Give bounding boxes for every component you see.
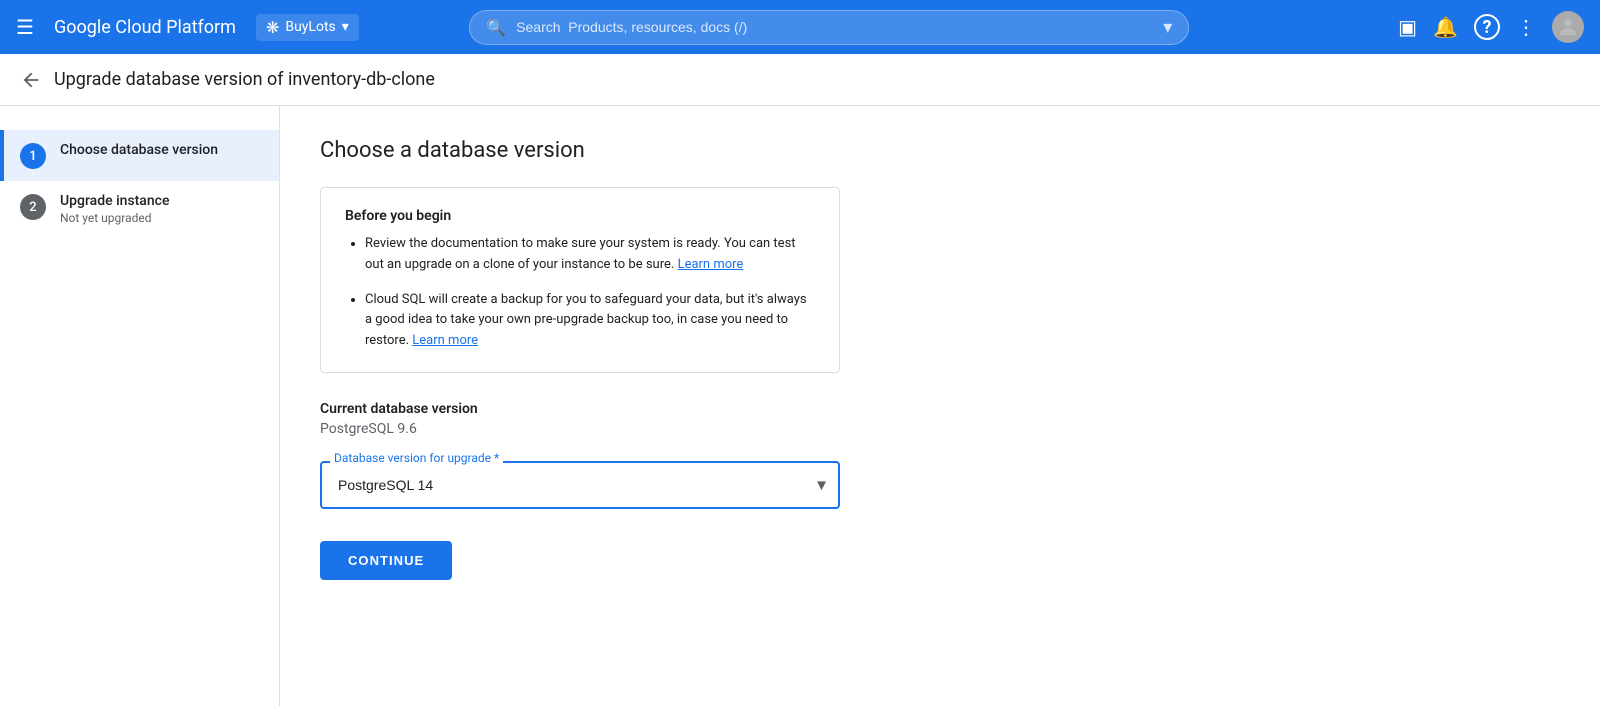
upgrade-version-select[interactable]: PostgreSQL 10 PostgreSQL 11 PostgreSQL 1…: [320, 461, 840, 509]
main-content: Choose a database version Before you beg…: [280, 106, 1600, 706]
top-nav-actions: ▣ 🔔 ? ⋮: [1398, 11, 1584, 43]
search-icon: 🔍: [486, 18, 506, 37]
notifications-icon[interactable]: 🔔: [1433, 15, 1458, 39]
sidebar: 1 Choose database version 2 Upgrade inst…: [0, 106, 280, 706]
info-box: Before you begin Review the documentatio…: [320, 187, 840, 373]
step-1-label: Choose database version: [60, 142, 218, 158]
project-selector[interactable]: ❋ BuyLots ▾: [256, 14, 359, 41]
project-icon: ❋: [266, 18, 279, 37]
back-button[interactable]: [20, 69, 42, 91]
current-version-value: PostgreSQL 9.6: [320, 421, 1560, 437]
search-input[interactable]: [516, 19, 1153, 35]
info-box-list: Review the documentation to make sure yo…: [345, 234, 815, 352]
required-asterisk: *: [494, 451, 499, 465]
brand-name: Google Cloud Platform: [54, 17, 236, 38]
info-box-title: Before you begin: [345, 208, 815, 224]
upgrade-version-field: Database version for upgrade * PostgreSQ…: [320, 461, 840, 509]
current-version-label: Current database version: [320, 401, 1560, 417]
info-box-item-1: Review the documentation to make sure yo…: [365, 234, 815, 276]
step-2-content: Upgrade instance Not yet upgraded: [60, 193, 169, 225]
project-name: BuyLots: [285, 19, 335, 35]
main-layout: 1 Choose database version 2 Upgrade inst…: [0, 106, 1600, 706]
continue-button[interactable]: CONTINUE: [320, 541, 452, 580]
step-2[interactable]: 2 Upgrade instance Not yet upgraded: [0, 181, 279, 237]
menu-icon[interactable]: ☰: [16, 15, 34, 39]
step-1[interactable]: 1 Choose database version: [0, 130, 279, 181]
learn-more-link-2[interactable]: Learn more: [412, 333, 478, 348]
top-navigation: ☰ Google Cloud Platform ❋ BuyLots ▾ 🔍 ▾ …: [0, 0, 1600, 54]
info-box-item-2: Cloud SQL will create a backup for you t…: [365, 290, 815, 352]
step-2-sublabel: Not yet upgraded: [60, 211, 169, 225]
section-title: Choose a database version: [320, 138, 1560, 163]
learn-more-link-1[interactable]: Learn more: [678, 257, 744, 272]
terminal-icon[interactable]: ▣: [1398, 15, 1417, 39]
page-header: Upgrade database version of inventory-db…: [0, 54, 1600, 106]
avatar[interactable]: [1552, 11, 1584, 43]
step-2-label: Upgrade instance: [60, 193, 169, 209]
step-1-number: 1: [20, 143, 46, 169]
page-title: Upgrade database version of inventory-db…: [54, 69, 435, 90]
search-bar[interactable]: 🔍 ▾: [469, 10, 1189, 45]
help-icon[interactable]: ?: [1474, 14, 1500, 40]
step-2-number: 2: [20, 194, 46, 220]
more-options-icon[interactable]: ⋮: [1516, 15, 1536, 39]
project-chevron-icon: ▾: [342, 19, 349, 35]
upgrade-field-label: Database version for upgrade *: [330, 451, 503, 465]
search-chevron-icon[interactable]: ▾: [1163, 17, 1172, 38]
step-1-content: Choose database version: [60, 142, 218, 158]
